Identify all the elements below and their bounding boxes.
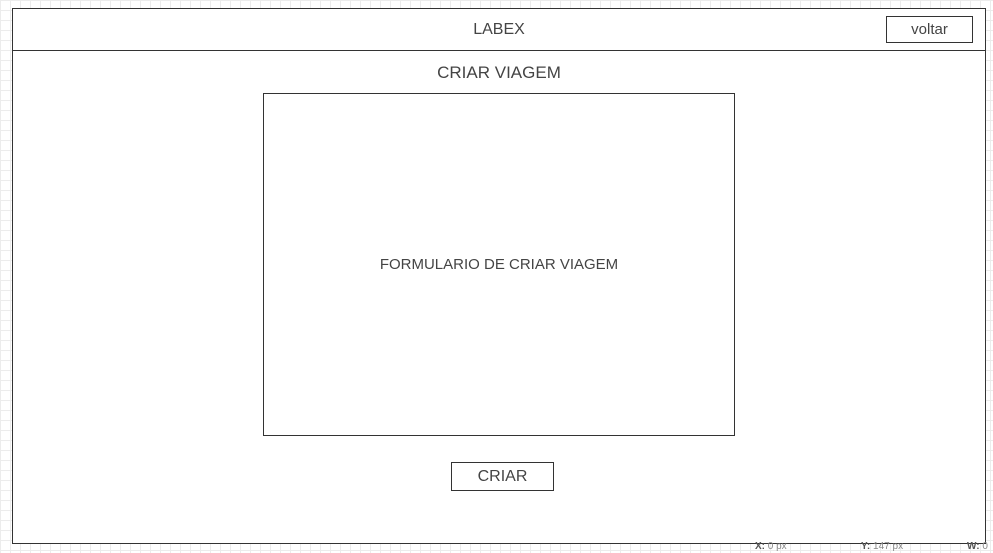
app-title: LABEX bbox=[473, 21, 525, 38]
create-button[interactable]: CRIAR bbox=[451, 462, 554, 491]
page-title: CRIAR VIAGEM bbox=[437, 63, 561, 82]
width-readout: W: 0 bbox=[967, 541, 988, 552]
w-label: W: bbox=[967, 541, 980, 552]
w-value: 0 bbox=[982, 541, 988, 552]
y-coordinate-readout: Y: 147 px bbox=[861, 541, 903, 552]
coordinates-status-bar: X: 0 px Y: 147 px W: 0 bbox=[0, 541, 993, 553]
y-label: Y: bbox=[861, 541, 871, 552]
x-coordinate-readout: X: 0 px bbox=[755, 541, 787, 552]
form-placeholder-label: FORMULARIO DE CRIAR VIAGEM bbox=[379, 256, 619, 273]
form-placeholder: FORMULARIO DE CRIAR VIAGEM bbox=[263, 93, 735, 436]
header-bar: LABEX voltar bbox=[13, 9, 985, 51]
y-value: 147 px bbox=[873, 541, 904, 552]
wireframe-frame: LABEX voltar CRIAR VIAGEM FORMULARIO DE … bbox=[12, 8, 986, 544]
x-value: 0 px bbox=[767, 541, 787, 552]
x-label: X: bbox=[755, 541, 765, 552]
back-button[interactable]: voltar bbox=[886, 16, 973, 43]
canvas: LABEX voltar CRIAR VIAGEM FORMULARIO DE … bbox=[0, 0, 993, 553]
